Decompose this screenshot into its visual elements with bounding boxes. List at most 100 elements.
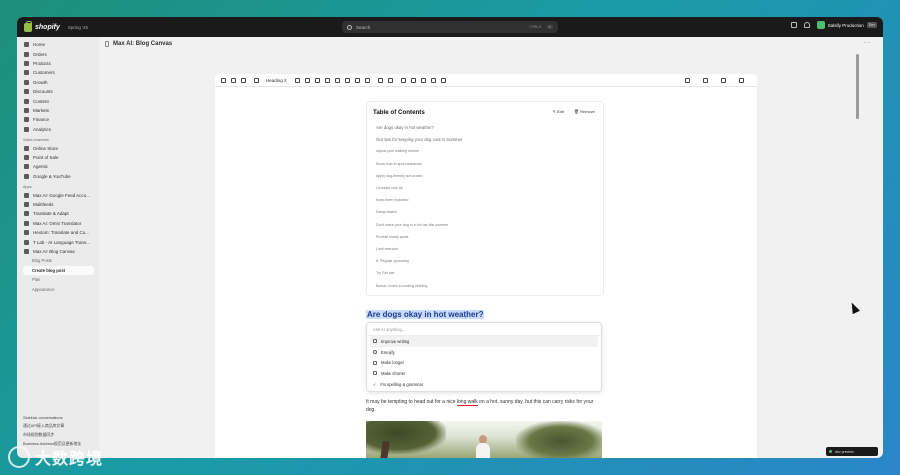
- ai-option-emojify[interactable]: Emojify: [367, 347, 601, 358]
- sidebar-item-agentic[interactable]: Agentic: [17, 162, 99, 171]
- embed-icon[interactable]: [440, 77, 446, 83]
- heading-select[interactable]: Heading 2: [266, 78, 287, 83]
- sidebar-sub-plan[interactable]: Plan: [17, 275, 99, 284]
- bold-icon[interactable]: [294, 77, 300, 83]
- toc-item[interactable]: Bonus: Invest in cooling clothing: [376, 279, 462, 291]
- toc-item[interactable]: Are dogs okay in hot weather?: [376, 121, 462, 133]
- blog-image[interactable]: [366, 421, 602, 458]
- sales-channels-heading[interactable]: Sales channels: [17, 134, 99, 144]
- sidebar-item-home[interactable]: Home: [17, 40, 99, 49]
- ai-option-fix-spelling[interactable]: ✓ Fix spelling & grammar: [367, 379, 601, 390]
- store-switcher[interactable]: Salsify Production Dev: [816, 21, 877, 29]
- video-icon[interactable]: [430, 77, 436, 83]
- sidebar-item-content[interactable]: Content: [17, 96, 99, 105]
- sidebar-app-t-lab[interactable]: T Lab - AI Language Trans...: [17, 237, 99, 246]
- sidebar-item-customers[interactable]: Customers: [17, 68, 99, 77]
- underline-icon[interactable]: [314, 77, 320, 83]
- source-code-icon[interactable]: [721, 78, 726, 83]
- sidebar-item-pos[interactable]: Point of Sale: [17, 153, 99, 162]
- bell-icon[interactable]: [803, 22, 810, 28]
- shopify-logo[interactable]: shopify Spring '26: [24, 20, 88, 32]
- apps-heading[interactable]: Apps: [17, 181, 99, 191]
- tag-icon: [24, 60, 29, 66]
- sidebar-app-omni-translator[interactable]: Max AI: Omni Translator: [17, 219, 99, 228]
- code-icon[interactable]: [334, 77, 340, 83]
- ai-option-label: Improve writing: [381, 338, 410, 344]
- clear-format-icon[interactable]: [364, 77, 370, 83]
- page-scrollbar[interactable]: [856, 47, 859, 427]
- align-icon[interactable]: [387, 77, 393, 83]
- toc-item[interactable]: Damp towels: [376, 206, 462, 218]
- toc-item[interactable]: Try Get wet: [376, 267, 462, 279]
- help-icon[interactable]: [703, 78, 708, 83]
- sidebar-item-label: Markets: [33, 107, 50, 113]
- document-icon[interactable]: [739, 78, 744, 83]
- sidebar-item-google-youtube[interactable]: Google & YouTube: [17, 172, 99, 181]
- sidebar-item-label: Hextom: Translate and Cu...: [33, 230, 90, 236]
- sidebar-item-products[interactable]: Products: [17, 59, 99, 68]
- scrollbar-thumb[interactable]: [856, 54, 859, 119]
- store-avatar: [816, 21, 825, 29]
- italic-icon[interactable]: [304, 77, 310, 83]
- redo-icon[interactable]: [241, 77, 246, 83]
- sidebar-app-google-feed[interactable]: Max AI: Google Feed Acco...: [17, 190, 99, 199]
- toc-item[interactable]: Limit exercise: [376, 243, 462, 255]
- strikethrough-icon[interactable]: [324, 77, 330, 83]
- toc-item[interactable]: Adjust your walking routine: [376, 145, 462, 157]
- sidebar-sub-appearance[interactable]: Appearance: [17, 284, 99, 293]
- toc-item[interactable]: Circulate cool air: [376, 182, 462, 194]
- store-icon[interactable]: [790, 22, 797, 28]
- search-bar[interactable]: Search CTRL K K: [342, 21, 558, 33]
- toc-item[interactable]: Apply dog-friendly sun cream: [376, 170, 462, 182]
- toc-edit-button[interactable]: ✎ Edit: [553, 109, 564, 114]
- sidebar-item-markets[interactable]: Markets: [17, 106, 99, 115]
- add-icon[interactable]: [254, 77, 259, 83]
- body-paragraph[interactable]: It may be tempting to head out for a nic…: [366, 398, 604, 414]
- image-icon[interactable]: [410, 77, 416, 83]
- undo-icon[interactable]: [231, 77, 236, 83]
- ai-assist-menu: Ask AI anything... Improve writing Emoji…: [366, 322, 602, 392]
- sidebar-app-multifeeds[interactable]: Multifeeds: [17, 200, 99, 209]
- sidebar-app-blog-canvas[interactable]: Max AI: Blog Canvas: [17, 247, 99, 256]
- top-bar: shopify Spring '26 Search CTRL K K Salsi…: [17, 17, 883, 37]
- blog-editor: Heading 2 Table of Contents ✎ Edit 🗑 Rem…: [215, 74, 757, 458]
- sidebar-app-translate-adapt[interactable]: Translate & Adapt: [17, 209, 99, 218]
- ai-model-icon[interactable]: [685, 78, 690, 83]
- toc-item[interactable]: Know how to spot heatstroke: [376, 158, 462, 170]
- sidebar-sub-create-blog-post[interactable]: Create blog post: [23, 265, 94, 275]
- ai-prompt-input[interactable]: Ask AI anything...: [367, 323, 601, 336]
- sidebar-item-discounts[interactable]: Discounts: [17, 87, 99, 96]
- sidekick-link-1[interactable]: 通过API接入商品库文章: [23, 422, 81, 431]
- sidebar-sub-blog-posts[interactable]: Blog Posts: [17, 256, 99, 265]
- sidekick-link-2[interactable]: 市场规划数据同步: [23, 431, 81, 440]
- shopify-bag-icon: [24, 20, 32, 32]
- toc-remove-button[interactable]: 🗑 Remove: [574, 109, 595, 114]
- google-icon: [24, 173, 29, 179]
- sidebar-app-hextom[interactable]: Hextom: Translate and Cu...: [17, 228, 99, 237]
- link-icon[interactable]: [400, 77, 406, 83]
- dev-preview-toast[interactable]: dev preview: [826, 447, 878, 456]
- highlight-icon[interactable]: [354, 77, 360, 83]
- table-icon[interactable]: [420, 77, 426, 83]
- sidebar-item-online-store[interactable]: Online Store: [17, 143, 99, 152]
- ai-option-make-longer[interactable]: Make longer: [367, 357, 601, 368]
- toc-item[interactable]: 8. Regular grooming: [376, 255, 462, 267]
- toc-item[interactable]: Our tips for keeping your dog cool in Su…: [376, 133, 462, 145]
- ai-magic-icon[interactable]: [221, 77, 226, 83]
- ai-option-make-shorter[interactable]: Make shorter: [367, 368, 601, 379]
- sidebar-item-finance[interactable]: Finance: [17, 115, 99, 124]
- ai-option-improve-writing[interactable]: Improve writing: [370, 336, 598, 347]
- sidekick-conversations-link[interactable]: Sidekick conversations: [23, 413, 81, 422]
- text-color-icon[interactable]: [344, 77, 350, 83]
- sidebar-item-label: Max AI: Blog Canvas: [33, 249, 75, 254]
- sidebar-item-analytics[interactable]: Analytics: [17, 125, 99, 134]
- toc-item[interactable]: Don't leave your dog in a hot car this s…: [376, 219, 462, 231]
- more-actions-button[interactable]: ···: [864, 40, 872, 46]
- toc-item[interactable]: Provide shady spots: [376, 231, 462, 243]
- sidebar-item-orders[interactable]: Orders: [17, 49, 99, 58]
- sidebar-item-growth[interactable]: Growth: [17, 78, 99, 87]
- list-icon[interactable]: [377, 77, 383, 83]
- dev-badge: Dev: [866, 22, 877, 28]
- toc-item[interactable]: Keep them hydrated: [376, 194, 462, 206]
- selected-heading[interactable]: Are dogs okay in hot weather?: [366, 310, 485, 319]
